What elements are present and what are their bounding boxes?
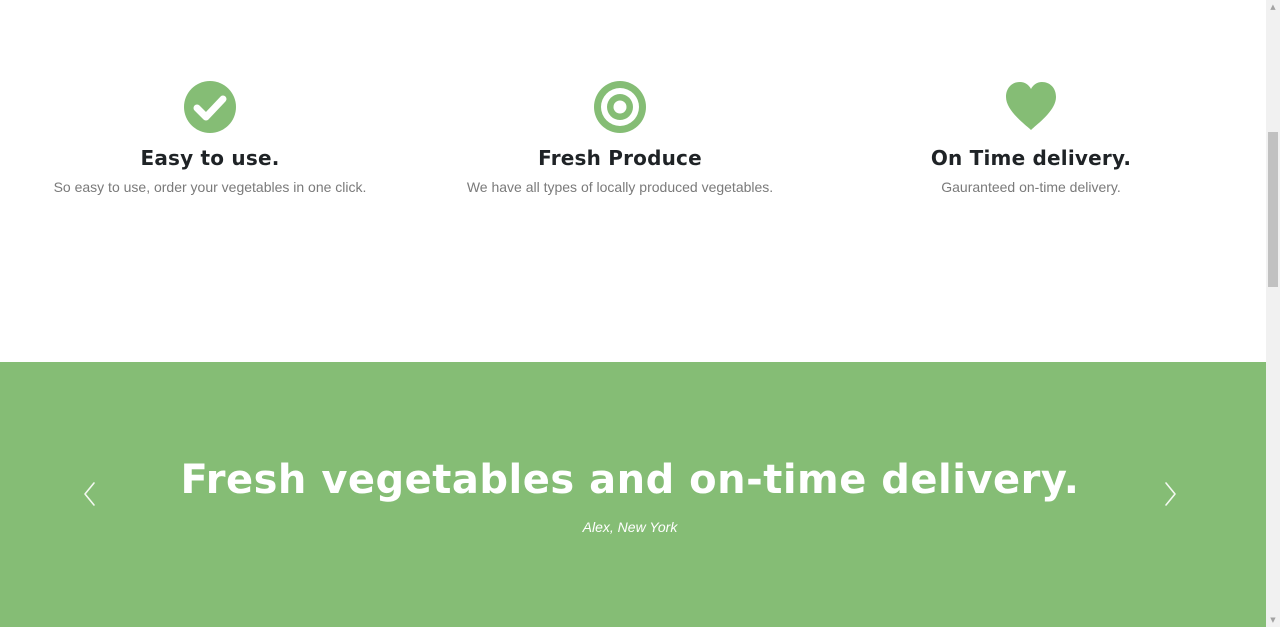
feature-description: Gauranteed on-time delivery. (941, 179, 1121, 195)
testimonial-quote: Fresh vegetables and on-time delivery. (180, 457, 1080, 503)
carousel-next-button[interactable] (1160, 480, 1180, 508)
testimonial-carousel: Fresh vegetables and on-time delivery. A… (0, 362, 1266, 627)
feature-description: So easy to use, order your vegetables in… (53, 179, 367, 195)
feature-description: We have all types of locally produced ve… (466, 179, 774, 195)
features-section: Easy to use. So easy to use, order your … (0, 0, 1266, 362)
feature-on-time-delivery: On Time delivery. Gauranteed on-time del… (821, 80, 1241, 196)
page-content: Easy to use. So easy to use, order your … (0, 0, 1266, 627)
feature-fresh-produce: Fresh Produce We have all types of local… (410, 80, 830, 196)
scroll-up-arrow-icon[interactable]: ▲ (1266, 0, 1280, 14)
feature-title: Fresh Produce (538, 146, 702, 170)
vertical-scrollbar[interactable]: ▲ ▼ (1266, 0, 1280, 627)
scroll-down-arrow-icon[interactable]: ▼ (1266, 613, 1280, 627)
page: Easy to use. So easy to use, order your … (0, 0, 1280, 627)
scrollbar-thumb[interactable] (1268, 132, 1278, 287)
check-circle-icon (184, 81, 236, 133)
heart-icon (1006, 82, 1056, 130)
feature-title: On Time delivery. (930, 146, 1132, 170)
testimonial-author: Alex, New York (582, 519, 678, 535)
chevron-right-icon (1165, 482, 1176, 506)
feature-title: Easy to use. (140, 146, 280, 170)
bullseye-icon (594, 81, 646, 133)
feature-easy-to-use: Easy to use. So easy to use, order your … (0, 80, 420, 196)
